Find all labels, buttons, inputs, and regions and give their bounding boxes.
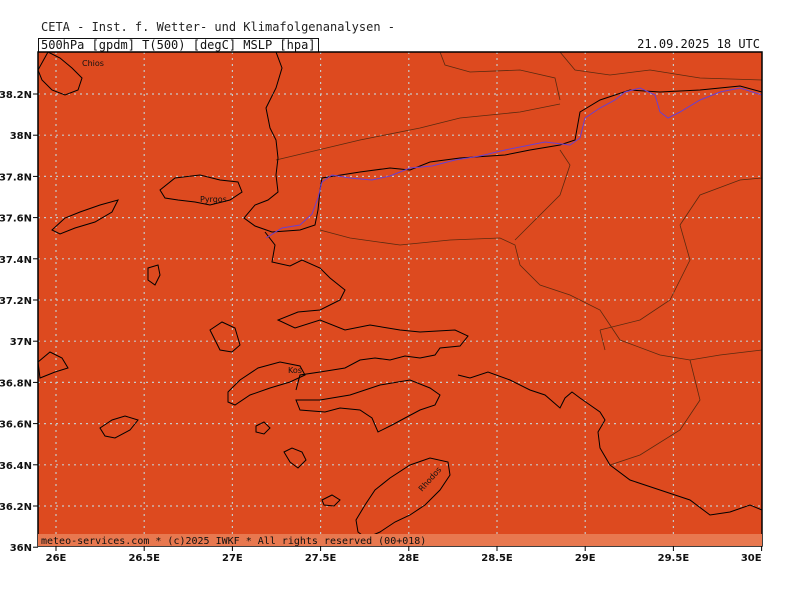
longitude-label: 26.5E [128, 553, 160, 564]
latitude-label: 36.4N [0, 461, 32, 472]
latitude-label: 36.8N [0, 378, 32, 389]
longitude-label: 29E [575, 553, 596, 564]
latitude-label: 37.6N [0, 214, 32, 225]
latitude-label: 36N [10, 543, 32, 554]
footer-credit: meteo-services.com * (c)2025 IWKF * All … [41, 536, 426, 547]
latitude-label: 37.8N [0, 172, 32, 183]
longitude-label: 26E [46, 553, 67, 564]
place-label-kos: Kos [288, 366, 302, 375]
longitude-label: 28.5E [481, 553, 513, 564]
latitude-label: 37N [10, 337, 32, 348]
latitude-labels: 38.2N 38N 37.8N 37.6N 37.4N 37.2N 37N 36.8N 36.6… [0, 90, 32, 554]
latitude-label: 37.4N [0, 255, 32, 266]
longitude-label: 29.5E [658, 553, 690, 564]
place-label-chios: Chios [82, 59, 104, 68]
longitude-labels: 26E 26.5E 27E 27.5E 28E 28.5E 29E 29.5E 30E [46, 553, 762, 564]
place-label-pyrgos: Pyrgos [200, 195, 227, 204]
longitude-label: 27.5E [305, 553, 337, 564]
longitude-label: 30E [741, 553, 762, 564]
latitude-label: 37.2N [0, 296, 32, 307]
latitude-label: 36.2N [0, 502, 32, 513]
longitude-label: 28E [398, 553, 419, 564]
map-canvas: Chios Pyrgos Kos Rhodos meteo-services.c… [0, 51, 763, 564]
latitude-label: 36.6N [0, 420, 32, 431]
latitude-label: 38.2N [0, 90, 32, 101]
longitude-label: 27E [222, 553, 243, 564]
latitude-label: 38N [10, 131, 32, 142]
